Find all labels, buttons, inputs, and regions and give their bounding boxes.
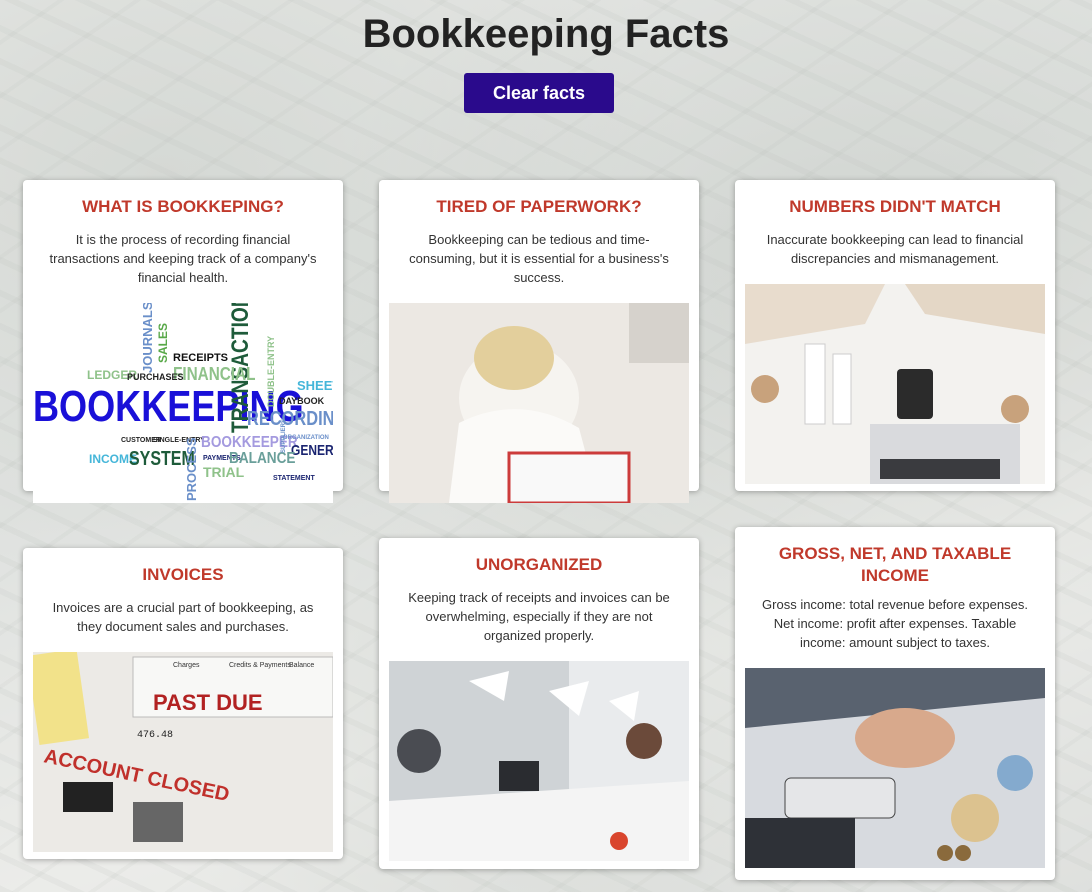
card-title: TIRED OF PAPERWORK? <box>436 197 642 216</box>
card-title: WHAT IS BOOKKEPING? <box>82 197 284 216</box>
fact-card-tired-of-paperwork[interactable]: TIRED OF PAPERWORK? Bookkeeping can be t… <box>379 180 699 503</box>
card-title: UNORGANIZED <box>475 555 603 574</box>
card-title: INVOICES <box>142 565 224 584</box>
wordcloud-word: JOURNALS <box>140 303 155 373</box>
wordcloud-word: RECORDING <box>247 408 333 430</box>
wordcloud-word: STATEMENT <box>273 475 315 482</box>
card-text: Inaccurate bookkeeping can lead to finan… <box>766 232 1024 266</box>
wordcloud-word: DOUBLE-ENTRY <box>266 335 276 407</box>
fact-card-numbers-didnt-match[interactable]: NUMBERS DIDN'T MATCH Inaccurate bookkeep… <box>735 180 1055 491</box>
wordcloud-word: FINANCIAL <box>173 364 256 384</box>
card-text: Invoices are a crucial part of bookkeepi… <box>52 600 314 634</box>
wordcloud-word: TRIAL <box>203 464 245 480</box>
wordcloud-word: SUPPLIERS <box>281 418 287 453</box>
invoice-charges-label: Charges <box>173 662 200 669</box>
card-title: GROSS, NET, AND TAXABLE INCOME <box>778 544 1012 585</box>
card-text: Gross income: total revenue before expen… <box>762 597 1028 650</box>
invoices-photo: Charges Credits & Payments Balance PAST … <box>33 652 333 852</box>
fact-card-gross-net-taxable-income[interactable]: GROSS, NET, AND TAXABLE INCOME Gross inc… <box>735 527 1055 880</box>
clear-facts-button[interactable]: Clear facts <box>464 73 614 113</box>
calculator-hands-photo <box>745 668 1045 868</box>
fact-card-invoices[interactable]: INVOICES Invoices are a crucial part of … <box>23 548 343 859</box>
invoice-credits-label: Credits & Payments <box>229 662 291 669</box>
wordcloud-word: PROCESS <box>184 437 199 501</box>
wordcloud-word: GENERAL <box>291 442 333 459</box>
wordcloud-word: DAYBOOK <box>279 396 325 406</box>
card-text: Bookkeeping can be tedious and time-cons… <box>409 232 669 285</box>
card-title: NUMBERS DIDN'T MATCH <box>789 197 1001 216</box>
wordcloud-word: ORGANIZATION <box>283 435 329 441</box>
wordcloud-word: PURCHASES <box>127 372 184 382</box>
invoice-balance-label: Balance <box>289 662 314 669</box>
fact-card-unorganized[interactable]: UNORGANIZED Keeping track of receipts an… <box>379 538 699 869</box>
wordcloud-word: SALES <box>156 322 170 363</box>
page-title: Bookkeeping Facts <box>362 12 730 56</box>
card-text: Keeping track of receipts and invoices c… <box>408 590 670 643</box>
fact-card-what-is-bookkeeping[interactable]: WHAT IS BOOKKEPING? It is the process of… <box>23 180 343 503</box>
past-due-stamp: PAST DUE <box>153 690 263 715</box>
bookkeeping-wordcloud-image: BOOKKEEPING TRANSACTION FINANCIAL JOURNA… <box>33 303 333 503</box>
wordcloud-word: SHEET <box>297 378 333 393</box>
chaotic-office-photo <box>389 661 689 861</box>
wordcloud-word: RECEIPTS <box>173 352 229 364</box>
stressed-woman-photo <box>389 303 689 503</box>
receipts-calculator-photo <box>745 284 1045 484</box>
invoice-amount: 476.48 <box>137 730 173 741</box>
card-text: It is the process of recording financial… <box>49 232 317 285</box>
